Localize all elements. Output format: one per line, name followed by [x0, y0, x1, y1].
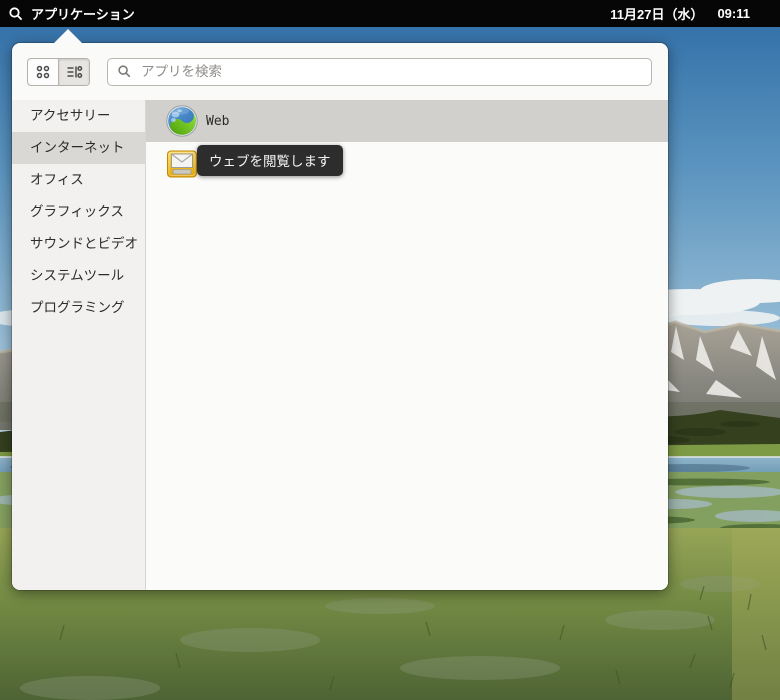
app-search-input[interactable]: [139, 63, 642, 80]
sidebar-item-system-tools[interactable]: システムツール: [12, 260, 145, 292]
sidebar-item-graphics[interactable]: グラフィックス: [12, 196, 145, 228]
applications-popup: アクセサリー インターネット オフィス グラフィックス サウンドとビデオ システ…: [12, 43, 668, 590]
clock-time: 09:11: [717, 6, 750, 21]
desktop: アプリケーション 11月27日（水） 09:11 アプリを検索 アクセサリー イ…: [0, 0, 780, 700]
list-view-button[interactable]: [58, 58, 89, 85]
applications-menu-label: アプリケーション: [31, 7, 135, 22]
app-row-web[interactable]: Web: [146, 100, 668, 142]
envelope-icon: [167, 150, 197, 178]
sidebar-item-office[interactable]: オフィス: [12, 164, 145, 196]
topbar-clock[interactable]: 11月27日（水） 09:11: [610, 4, 750, 23]
category-sidebar: アクセサリー インターネット オフィス グラフィックス サウンドとビデオ システ…: [12, 100, 146, 590]
globe-icon: [166, 105, 198, 137]
grid-view-button[interactable]: [28, 59, 58, 85]
search-icon: [118, 65, 131, 78]
popup-header: [12, 43, 668, 100]
popup-body: アクセサリー インターネット オフィス グラフィックス サウンドとビデオ システ…: [12, 100, 668, 590]
app-list: Web ウェブを閲覧します: [146, 100, 668, 590]
sidebar-item-accessories[interactable]: アクセサリー: [12, 100, 145, 132]
search-icon: [9, 6, 23, 20]
grid-view-icon: [36, 65, 50, 78]
app-tooltip: ウェブを閲覧します: [197, 145, 343, 176]
clock-date: 11月27日（水）: [610, 7, 704, 22]
app-search-box: [107, 57, 652, 86]
sidebar-item-sound-video[interactable]: サウンドとビデオ: [12, 228, 145, 260]
list-view-icon: [67, 65, 83, 78]
app-label-web: Web: [206, 113, 230, 129]
applications-menu-button[interactable]: アプリケーション: [8, 4, 135, 23]
sidebar-item-internet[interactable]: インターネット: [12, 132, 145, 164]
view-toggle-group: [27, 57, 90, 86]
top-bar: アプリケーション 11月27日（水） 09:11: [0, 0, 780, 27]
sidebar-item-programming[interactable]: プログラミング: [12, 292, 145, 324]
popup-arrow: [54, 29, 82, 43]
